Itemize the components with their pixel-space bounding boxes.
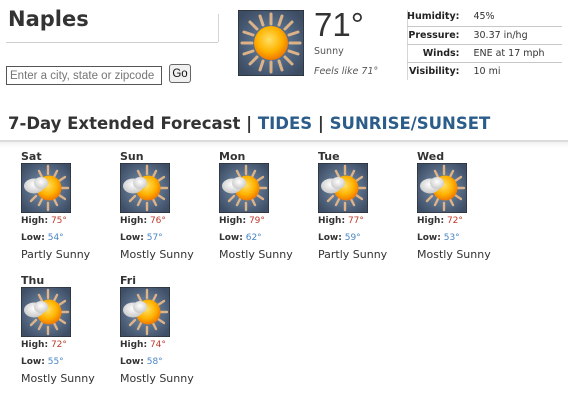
go-button[interactable]: Go [169, 64, 191, 83]
low-temp: Low: 55° [21, 354, 117, 371]
mostly-sunny-icon [417, 163, 467, 213]
stat-row-visibility: Visibility: 10 mi [407, 62, 562, 80]
partly-sunny-icon [21, 163, 71, 213]
high-value: 72° [446, 216, 463, 226]
day-name: Sat [21, 150, 42, 163]
partly-sunny-icon [318, 163, 368, 213]
feels-like: Feels like 71° [314, 66, 379, 77]
day-condition: Mostly Sunny [21, 372, 95, 385]
day-name: Thu [21, 274, 45, 287]
high-label: High: [318, 216, 346, 226]
stat-row-pressure: Pressure: 30.37 in/hg [407, 26, 562, 45]
low-label: Low: [219, 233, 243, 243]
heading-separator: | [246, 114, 253, 133]
low-value: 59° [344, 233, 361, 243]
high-label: High: [21, 216, 49, 226]
day-condition: Mostly Sunny [417, 248, 491, 261]
forecast-day-mon: Mon High: 79° Low: 62° Mostly Sunny [219, 150, 315, 261]
low-temp: Low: 53° [417, 230, 513, 247]
high-temp: High: 75° [21, 213, 117, 230]
low-value: 58° [146, 357, 163, 367]
search-input[interactable] [6, 66, 162, 85]
high-value: 75° [50, 216, 67, 226]
current-temperature: 71° [314, 6, 364, 43]
mostly-sunny-icon [21, 287, 71, 337]
low-value: 54° [47, 233, 64, 243]
high-temp: High: 72° [417, 213, 513, 230]
visibility-value: 10 mi [473, 65, 501, 77]
day-name: Fri [120, 274, 137, 287]
day-name: Mon [219, 150, 246, 163]
forecast-day-fri: Fri High: 74° Low: 58° Mostly Sunny [120, 274, 216, 385]
low-label: Low: [21, 357, 45, 367]
stat-row-humidity: Humidity: 45% [407, 8, 562, 27]
forecast-heading: 7-Day Extended Forecast | TIDES | SUNRIS… [8, 114, 490, 133]
high-temp: High: 74° [120, 337, 216, 354]
day-condition: Partly Sunny [318, 248, 388, 261]
high-temp: High: 76° [120, 213, 216, 230]
forecast-divider-shadow [0, 142, 568, 148]
day-condition: Mostly Sunny [120, 372, 194, 385]
tides-link[interactable]: TIDES [258, 114, 312, 133]
mostly-sunny-icon [120, 287, 170, 337]
high-temp: High: 77° [318, 213, 414, 230]
low-label: Low: [21, 233, 45, 243]
high-label: High: [120, 216, 148, 226]
mostly-sunny-icon [219, 163, 269, 213]
city-title: Naples [8, 7, 89, 31]
forecast-day-wed: Wed High: 72° Low: 53° Mostly Sunny [417, 150, 513, 261]
sunrise-sunset-link[interactable]: SUNRISE/SUNSET [330, 114, 491, 133]
sunny-icon [238, 10, 304, 76]
high-label: High: [120, 340, 148, 350]
day-name: Wed [417, 150, 445, 163]
day-name: Tue [318, 150, 340, 163]
low-value: 53° [443, 233, 460, 243]
forecast-day-sun: Sun High: 76° Low: 57° Mostly Sunny [120, 150, 216, 261]
high-label: High: [21, 340, 49, 350]
low-label: Low: [417, 233, 441, 243]
forecast-day-sat: Sat High: 75° Low: 54° Partly Sunny [21, 150, 117, 261]
high-temp: High: 72° [21, 337, 117, 354]
high-value: 72° [50, 340, 67, 350]
low-value: 57° [146, 233, 163, 243]
low-value: 55° [47, 357, 64, 367]
humidity-label: Humidity: [407, 8, 474, 27]
day-condition: Partly Sunny [21, 248, 91, 261]
high-value: 74° [149, 340, 166, 350]
day-name: Sun [120, 150, 144, 163]
day-condition: Mostly Sunny [219, 248, 293, 261]
forecast-day-tue: Tue High: 77° Low: 59° Partly Sunny [318, 150, 414, 261]
conditions-table: Humidity: 45% Pressure: 30.37 in/hg Wind… [407, 8, 562, 80]
humidity-value: 45% [473, 8, 562, 27]
header-divider [6, 42, 218, 43]
heading-separator: | [317, 114, 324, 133]
pressure-value: 30.37 in/hg [473, 26, 562, 45]
forecast-day-thu: Thu High: 72° Low: 55° Mostly Sunny [21, 274, 117, 385]
low-temp: Low: 62° [219, 230, 315, 247]
low-label: Low: [120, 357, 144, 367]
stat-row-winds: Winds: ENE at 17 mph [407, 44, 562, 63]
winds-value: ENE at 17 mph [473, 44, 562, 63]
visibility-label: Visibility: [409, 65, 460, 77]
high-value: 76° [149, 216, 166, 226]
high-label: High: [417, 216, 445, 226]
pressure-label: Pressure: [407, 26, 474, 45]
low-value: 62° [245, 233, 262, 243]
day-condition: Mostly Sunny [120, 248, 194, 261]
low-label: Low: [120, 233, 144, 243]
low-temp: Low: 59° [318, 230, 414, 247]
high-value: 79° [248, 216, 265, 226]
forecast-title: 7-Day Extended Forecast [8, 114, 241, 133]
low-temp: Low: 54° [21, 230, 117, 247]
high-value: 77° [347, 216, 364, 226]
low-temp: Low: 57° [120, 230, 216, 247]
high-temp: High: 79° [219, 213, 315, 230]
high-label: High: [219, 216, 247, 226]
header-vertical-divider [218, 14, 219, 42]
mostly-sunny-icon [120, 163, 170, 213]
low-temp: Low: 58° [120, 354, 216, 371]
current-condition: Sunny [314, 46, 344, 57]
winds-label: Winds: [407, 44, 474, 63]
low-label: Low: [318, 233, 342, 243]
